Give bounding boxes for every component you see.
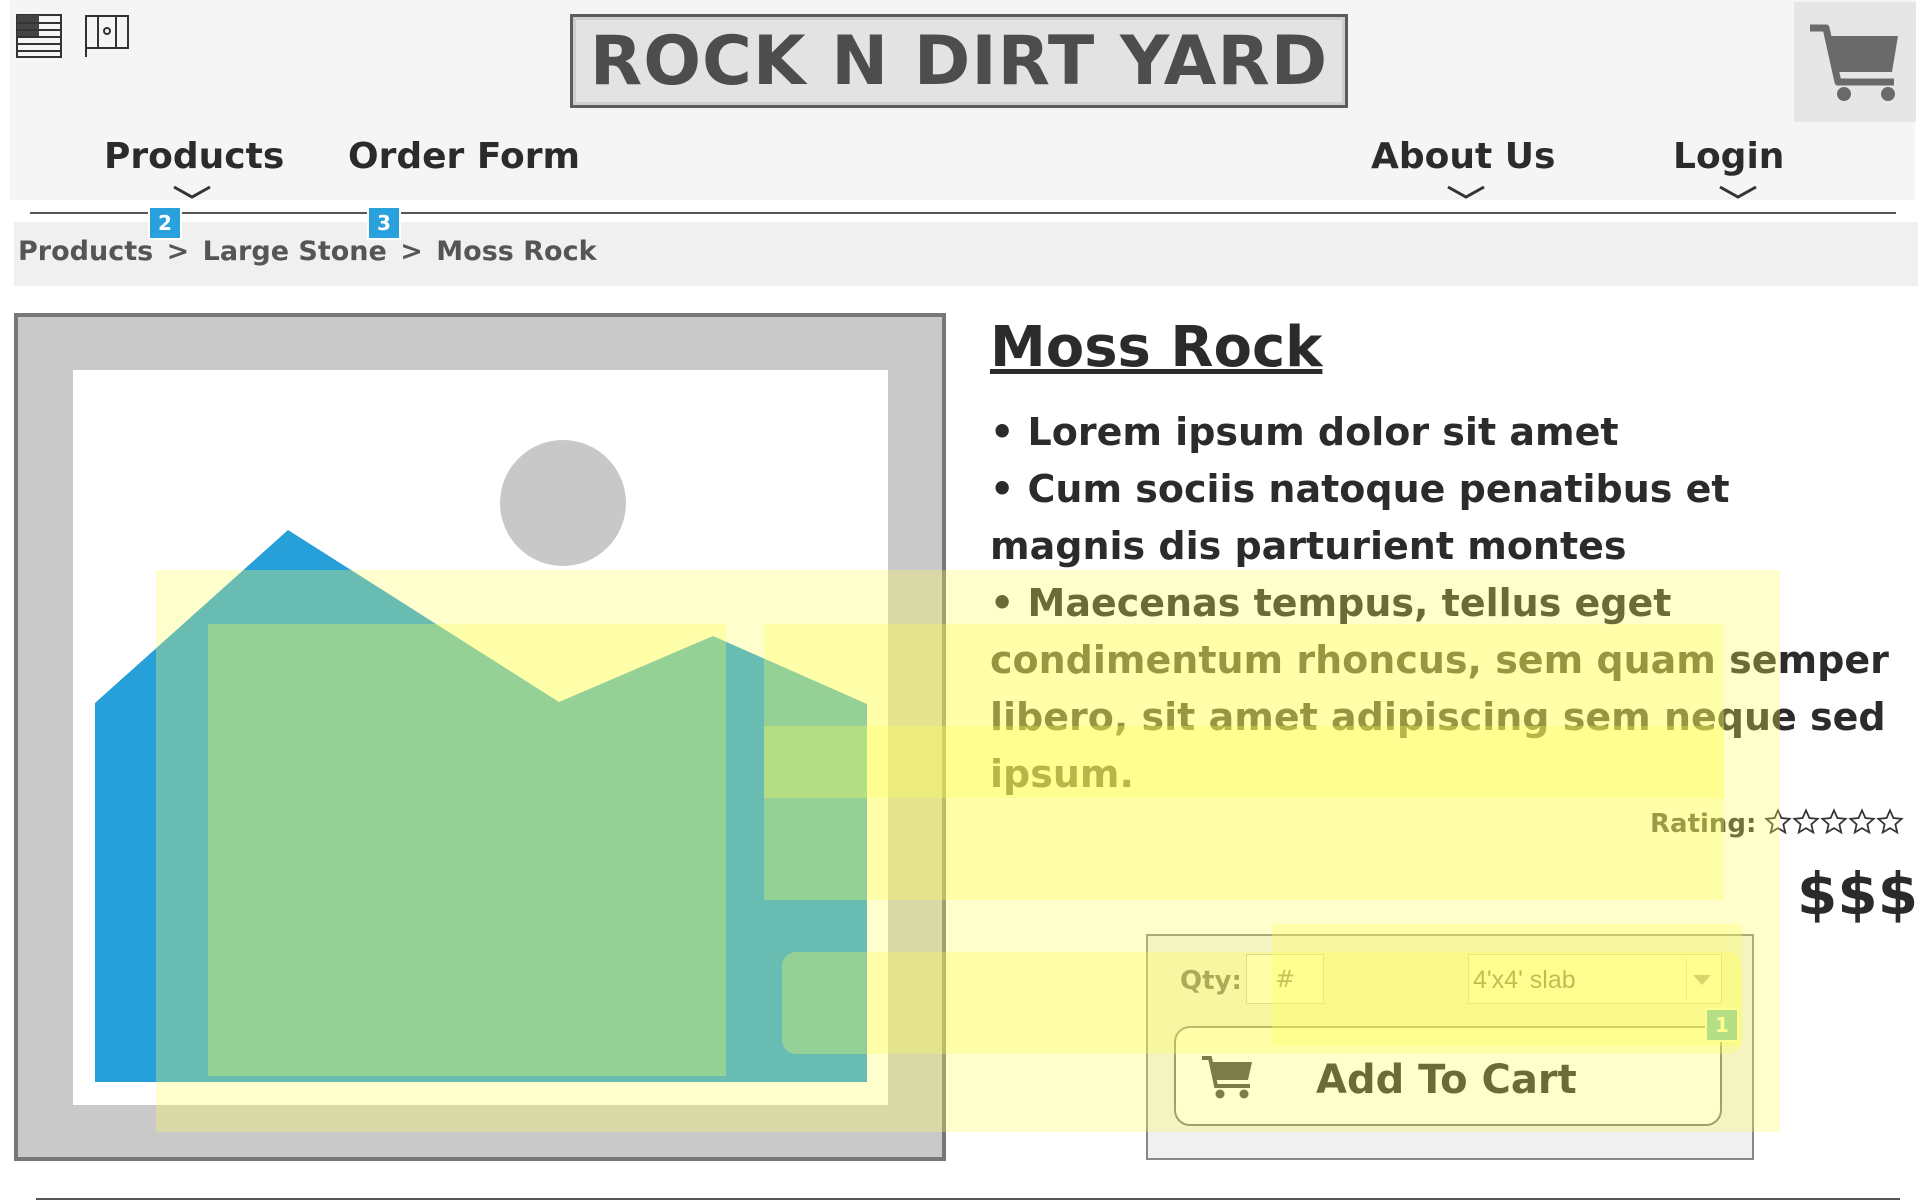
breadcrumb-separator: >: [400, 236, 423, 267]
feature-bullet: • Maecenas tempus, tellus eget condiment…: [990, 581, 1889, 796]
rating-label: Rating:: [1650, 809, 1757, 839]
star-icon[interactable]: [1764, 808, 1793, 836]
list-view-icon[interactable]: [16, 14, 62, 58]
star-icon[interactable]: [1848, 808, 1877, 836]
size-select-value: 4'x4' slab: [1473, 966, 1576, 994]
callout-badge: 2: [148, 206, 182, 240]
nav-divider: [30, 212, 1896, 214]
nav-order-form[interactable]: Order Form: [348, 136, 580, 177]
nav-about-us[interactable]: About Us: [1371, 136, 1555, 177]
add-to-cart-button[interactable]: Add To Cart: [1174, 1026, 1722, 1126]
breadcrumb-products[interactable]: Products: [18, 236, 153, 267]
star-icon[interactable]: [1876, 808, 1905, 836]
nav-products[interactable]: Products: [104, 136, 284, 177]
size-select[interactable]: 4'x4' slab: [1468, 954, 1722, 1004]
feature-bullet: • Lorem ipsum dolor sit amet: [990, 410, 1619, 454]
qty-label: Qty:: [1180, 966, 1242, 996]
site-logo[interactable]: ROCK N DIRT YARD: [570, 14, 1348, 108]
feature-bullet: • Cum sociis natoque penatibus et magnis…: [990, 467, 1730, 568]
image-placeholder: [73, 370, 888, 1105]
nav-login[interactable]: Login: [1673, 136, 1784, 177]
add-to-cart-label: Add To Cart: [1316, 1057, 1577, 1103]
product-title: Moss Rock: [990, 315, 1323, 380]
rating: Rating:: [1650, 808, 1905, 840]
dropdown-arrow-icon[interactable]: [1693, 975, 1711, 985]
shopping-cart-icon: [1810, 24, 1898, 101]
product-description: • Lorem ipsum dolor sit amet • Cum socii…: [990, 404, 1890, 803]
quantity-input[interactable]: [1246, 954, 1324, 1004]
image-placeholder-icon: [95, 440, 867, 1082]
breadcrumb: Products > Large Stone > Moss Rock: [18, 236, 597, 267]
callout-badge: 1: [1705, 1008, 1739, 1042]
star-icon[interactable]: [1792, 808, 1821, 836]
breadcrumb-separator: >: [166, 236, 190, 267]
breadcrumb-moss-rock: Moss Rock: [436, 236, 597, 267]
chevron-down-icon[interactable]: [172, 184, 212, 202]
chevron-down-icon[interactable]: [1446, 184, 1486, 202]
breadcrumb-large-stone[interactable]: Large Stone: [203, 236, 387, 267]
star-icon[interactable]: [1820, 808, 1849, 836]
header-cart-button[interactable]: [1794, 2, 1916, 122]
flag-icon[interactable]: [84, 14, 130, 58]
callout-badge: 3: [367, 206, 401, 240]
select-divider: [1686, 959, 1687, 999]
rating-stars[interactable]: [1764, 808, 1905, 840]
product-price: $$$: [1797, 860, 1919, 928]
chevron-down-icon[interactable]: [1718, 184, 1758, 202]
shopping-cart-icon: [1202, 1056, 1252, 1099]
